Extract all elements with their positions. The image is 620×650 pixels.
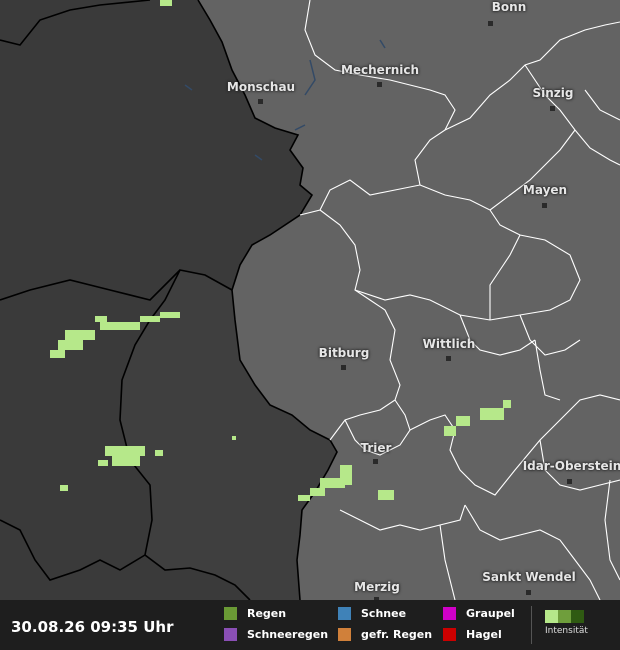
legend-item-schneeregen: Schneeregen	[224, 628, 328, 641]
legend-bar: 30.08.26 09:35 Uhr Regen Schneeregen Sch…	[0, 600, 620, 650]
legend-item-regen: Regen	[224, 607, 286, 620]
city-label-sankt-wendel: Sankt Wendel	[482, 570, 576, 584]
city-marker-monschau	[258, 99, 263, 104]
legend-swatch-hagel	[443, 628, 456, 641]
legend-swatch-schnee	[338, 607, 351, 620]
legend-swatch-schneeregen	[224, 628, 237, 641]
city-label-bonn: Bonn	[491, 0, 527, 14]
legend-swatch-gefr-regen	[338, 628, 351, 641]
city-label-wittlich: Wittlich	[422, 337, 476, 351]
legend-label-schneeregen: Schneeregen	[247, 628, 329, 641]
city-marker-trier	[373, 459, 378, 464]
legend-swatch-regen	[224, 607, 237, 620]
intensity-scale: Intensität	[545, 610, 595, 636]
legend-item-graupel: Graupel	[443, 607, 515, 620]
city-marker-idar-oberstein	[567, 479, 572, 484]
city-marker-sankt-wendel	[526, 590, 531, 595]
city-marker-wittlich	[446, 356, 451, 361]
city-marker-mayen	[542, 203, 547, 208]
legend-separator	[531, 606, 532, 644]
intensity-label: Intensität	[545, 626, 588, 636]
city-label-sinzig: Sinzig	[532, 86, 574, 100]
legend-item-hagel: Hagel	[443, 628, 502, 641]
legend-label-schnee: Schnee	[361, 607, 407, 620]
city-label-idar-oberstein: Idar-Oberstein	[522, 459, 620, 473]
legend-swatch-graupel	[443, 607, 456, 620]
legend-label-graupel: Graupel	[466, 607, 515, 620]
city-label-monschau: Monschau	[226, 80, 296, 94]
city-marker-mechernich	[377, 82, 382, 87]
city-label-mayen: Mayen	[522, 183, 568, 197]
city-marker-bonn	[488, 21, 493, 26]
intensity-swatches	[545, 610, 595, 623]
intensity-swatch-medium	[558, 610, 571, 623]
city-marker-sinzig	[550, 106, 555, 111]
intensity-swatch-light	[545, 610, 558, 623]
city-label-trier: Trier	[360, 441, 392, 455]
legend-item-gefr-regen: gefr. Regen	[338, 628, 432, 641]
map-canvas[interactable]	[0, 0, 620, 650]
city-label-bitburg: Bitburg	[318, 346, 370, 360]
city-label-merzig: Merzig	[354, 580, 400, 594]
radar-timestamp: 30.08.26 09:35 Uhr	[11, 618, 174, 636]
city-marker-bitburg	[341, 365, 346, 370]
legend-item-schnee: Schnee	[338, 607, 406, 620]
legend-label-gefr-regen: gefr. Regen	[361, 628, 433, 641]
radar-map[interactable]: Bonn Mechernich Monschau Sinzig Mayen Bi…	[0, 0, 620, 650]
city-label-mechernich: Mechernich	[340, 63, 420, 77]
legend-label-regen: Regen	[247, 607, 287, 620]
legend-label-hagel: Hagel	[466, 628, 502, 641]
intensity-swatch-heavy	[571, 610, 584, 623]
